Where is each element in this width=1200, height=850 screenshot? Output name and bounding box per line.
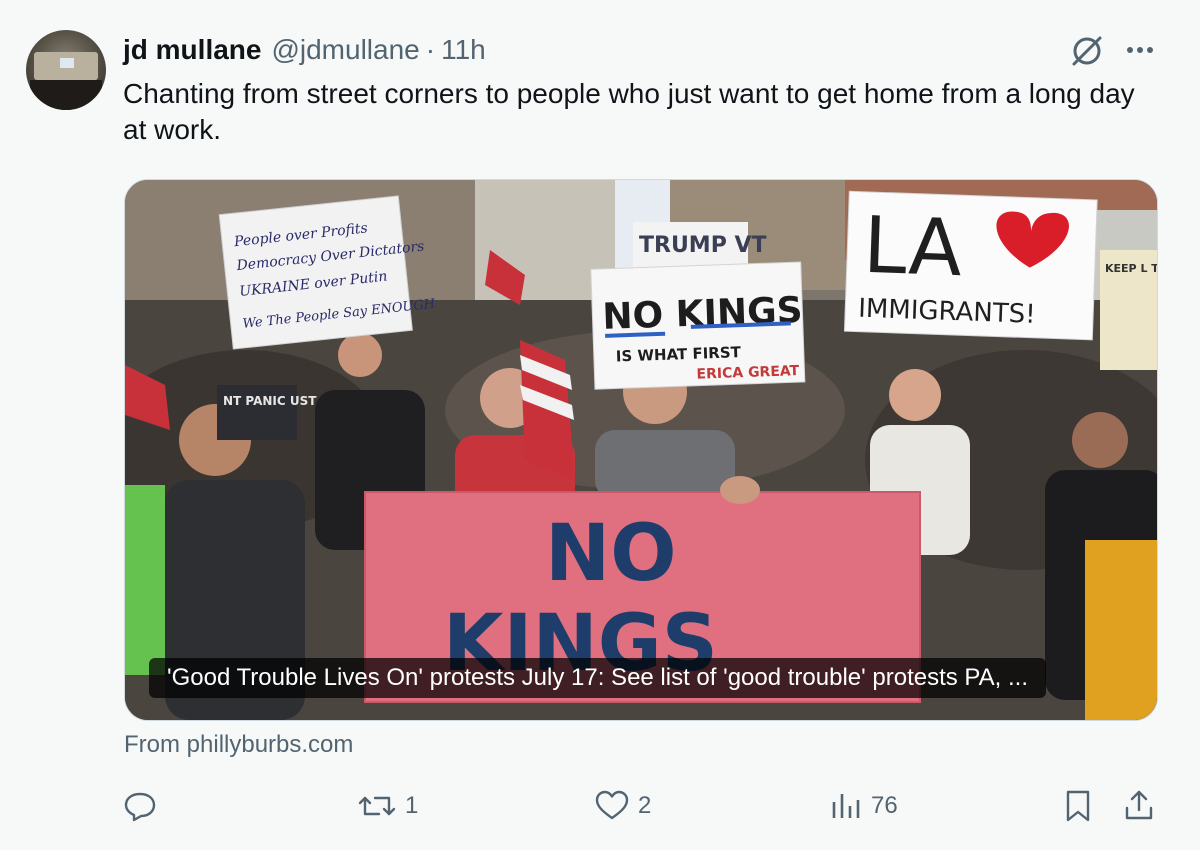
share-button[interactable] <box>1122 784 1156 828</box>
sign-right-line-1: LA <box>862 201 964 294</box>
sign-right: LA IMMIGRANTS! <box>843 190 1098 341</box>
link-card-title[interactable]: 'Good Trouble Lives On' protests July 17… <box>149 658 1046 698</box>
share-icon <box>1125 790 1153 820</box>
tweet-text: Chanting from street corners to people w… <box>123 78 1135 145</box>
like-button[interactable]: 2 <box>594 784 651 828</box>
sign-right-line-2: IMMIGRANTS! <box>858 294 1036 330</box>
avatar-desk <box>30 80 102 110</box>
sign-center-line-1: NO KINGS <box>602 290 803 338</box>
grok-icon[interactable] <box>1068 32 1106 70</box>
tweet-header: jd mullane @jdmullane · 11h <box>123 32 486 68</box>
retweet-count: 1 <box>405 792 419 819</box>
protest-photo: People over Profits Democracy Over Dicta… <box>125 180 1158 720</box>
author-meta: @jdmullane · 11h <box>271 34 485 66</box>
more-icon[interactable] <box>1122 38 1158 62</box>
sign-center: NO KINGS IS WHAT FIRST ERICA GREAT <box>590 261 806 390</box>
tweet-timestamp[interactable]: 11h <box>441 34 486 66</box>
sign-left-small: NT PANIC UST <box>223 394 317 408</box>
banner-line-1: NO <box>545 509 677 599</box>
link-source[interactable]: From phillyburbs.com <box>124 731 353 759</box>
sign-far-right: KEEP L TOW <box>1105 262 1158 275</box>
reply-icon <box>124 792 156 822</box>
views-count: 76 <box>871 792 898 819</box>
meta-separator: · <box>425 34 436 65</box>
like-count: 2 <box>638 792 652 819</box>
author-avatar[interactable] <box>26 30 106 110</box>
retweet-icon <box>358 796 396 816</box>
bookmark-button[interactable] <box>1062 784 1094 828</box>
author-display-name[interactable]: jd mullane <box>123 34 261 66</box>
tweet-article[interactable]: jd mullane @jdmullane · 11h Chanting fro… <box>0 0 1200 850</box>
reply-button[interactable] <box>122 784 166 828</box>
sign-top-center: TRUMP VT <box>639 233 767 258</box>
views-icon <box>832 794 860 818</box>
link-card[interactable]: People over Profits Democracy Over Dicta… <box>124 179 1158 721</box>
author-handle[interactable]: @jdmullane <box>271 34 419 66</box>
like-icon <box>595 790 629 820</box>
views-button[interactable]: 76 <box>829 784 898 828</box>
retweet-button[interactable]: 1 <box>357 784 418 828</box>
bookmark-icon <box>1066 790 1090 822</box>
avatar-screen <box>60 58 74 68</box>
